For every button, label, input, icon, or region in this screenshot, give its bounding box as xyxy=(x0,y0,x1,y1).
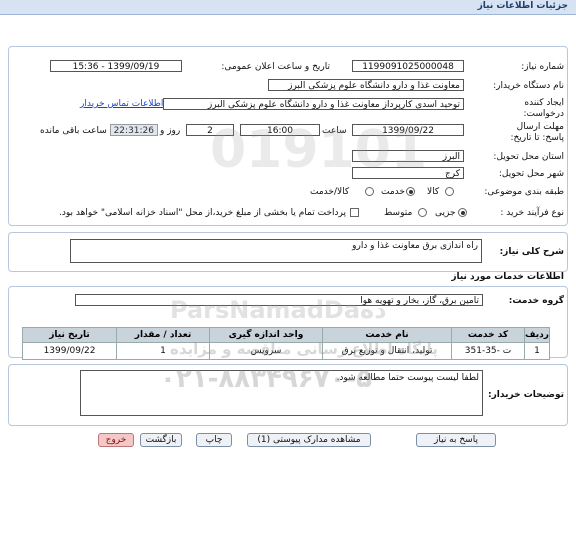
cell-row-number: 1 xyxy=(524,342,550,360)
print-button[interactable]: چاپ xyxy=(196,433,232,447)
city-field: کرج xyxy=(352,167,464,179)
category-service-label: خدمت xyxy=(381,187,405,197)
city-label: شهر محل تحویل: xyxy=(498,169,564,179)
col-header-unit: واحد اندازه گیری xyxy=(209,327,323,343)
buyer-notes-box: لطفا لیست پیوست حتما مطالعه شود. xyxy=(80,370,483,416)
province-label: استان محل تحویل: xyxy=(493,152,564,162)
days-field: 2 xyxy=(186,124,234,136)
buyer-notes-text: لطفا لیست پیوست حتما مطالعه شود. xyxy=(336,373,479,383)
col-header-need-date: تاریخ نیاز xyxy=(22,327,117,343)
col-header-service-code: کد خدمت xyxy=(451,327,525,343)
buyer-field: معاونت غذا و دارو دانشگاه علوم پزشکی الب… xyxy=(268,79,464,91)
treasury-checkbox[interactable] xyxy=(350,208,359,217)
process-label: نوع فرآیند خرید : xyxy=(500,208,564,218)
title-bar: جزئیات اطلاعات نیاز xyxy=(0,0,576,15)
deadline-time-field: 16:00 xyxy=(240,124,320,136)
announce-field: 1399/09/19 - 15:36 xyxy=(50,60,182,72)
treasury-note: پرداخت تمام یا بخشی از مبلغ خرید،از محل … xyxy=(58,208,346,218)
view-attachments-button[interactable]: مشاهده مدارک پیوستی (1) xyxy=(247,433,371,447)
category-service-radio[interactable] xyxy=(406,187,415,196)
process-medium-radio[interactable] xyxy=(418,208,427,217)
need-number-field: 1199091025000048 xyxy=(352,60,464,72)
hour-label: ساعت xyxy=(322,126,347,136)
table-row: 1 ت -35-351 تولید، انتقال و توزیع برق سر… xyxy=(22,342,550,360)
creator-label: ایجاد کننده درخواست: xyxy=(523,98,564,119)
need-info-panel xyxy=(8,46,568,226)
description-text: راه اندازی برق معاونت غذا و دارو xyxy=(352,241,478,251)
cell-quantity: 1 xyxy=(116,342,210,360)
service-group-field: تامین برق، گاز، بخار و تهویه هوا xyxy=(75,294,483,306)
category-goods-radio[interactable] xyxy=(445,187,454,196)
creator-field: توحید اسدی کارپرداز معاونت غذا و دارو دا… xyxy=(163,98,464,110)
col-header-row-number: ردیف xyxy=(524,327,550,343)
days-label: روز و xyxy=(160,126,181,136)
category-goods-service-radio[interactable] xyxy=(365,187,374,196)
category-goods-label: کالا xyxy=(427,187,440,197)
reply-button[interactable]: پاسخ به نیاز xyxy=(416,433,496,447)
buyer-label: نام دستگاه خریدار: xyxy=(493,81,564,91)
services-table: ردیف کد خدمت نام خدمت واحد اندازه گیری ت… xyxy=(22,327,550,360)
remaining-label: ساعت باقی مانده xyxy=(40,126,107,136)
deadline-label: مهلت ارسال پاسخ: تا تاریخ: xyxy=(510,122,564,143)
description-box: راه اندازی برق معاونت غذا و دارو xyxy=(70,239,482,263)
page-title: جزئیات اطلاعات نیاز xyxy=(477,1,568,11)
col-header-service-name: نام خدمت xyxy=(322,327,452,343)
process-minor-radio[interactable] xyxy=(458,208,467,217)
cell-unit: سرویس xyxy=(209,342,323,360)
description-label: شرح کلی نیاز: xyxy=(499,247,564,257)
deadline-date-field: 1399/09/22 xyxy=(352,124,464,136)
services-section-title: اطلاعات خدمات مورد نیاز xyxy=(451,272,564,282)
announce-label: تاریخ و ساعت اعلان عمومی: xyxy=(221,62,330,72)
province-field: البرز xyxy=(352,150,464,162)
category-goods-service-label: کالا/خدمت xyxy=(310,187,350,197)
process-medium-label: متوسط xyxy=(384,208,413,218)
cell-service-name: تولید، انتقال و توزیع برق xyxy=(322,342,452,360)
back-button[interactable]: بازگشت xyxy=(140,433,182,447)
service-group-label: گروه خدمت: xyxy=(508,296,564,306)
process-minor-label: جزیی xyxy=(435,208,456,218)
category-label: طبقه بندی موضوعی: xyxy=(484,187,564,197)
buyer-notes-label: توضیحات خریدار: xyxy=(488,390,564,400)
col-header-quantity: تعداد / مقدار xyxy=(116,327,210,343)
cell-service-code: ت -35-351 xyxy=(451,342,525,360)
exit-button[interactable]: خروج xyxy=(98,433,134,447)
contact-buyer-link[interactable]: اطلاعات تماس خریدار xyxy=(80,99,163,109)
need-number-label: شماره نیاز: xyxy=(521,62,564,72)
cell-need-date: 1399/09/22 xyxy=(22,342,117,360)
remaining-time-field: 22:31:26 xyxy=(110,124,158,136)
table-header-row: ردیف کد خدمت نام خدمت واحد اندازه گیری ت… xyxy=(22,327,550,343)
